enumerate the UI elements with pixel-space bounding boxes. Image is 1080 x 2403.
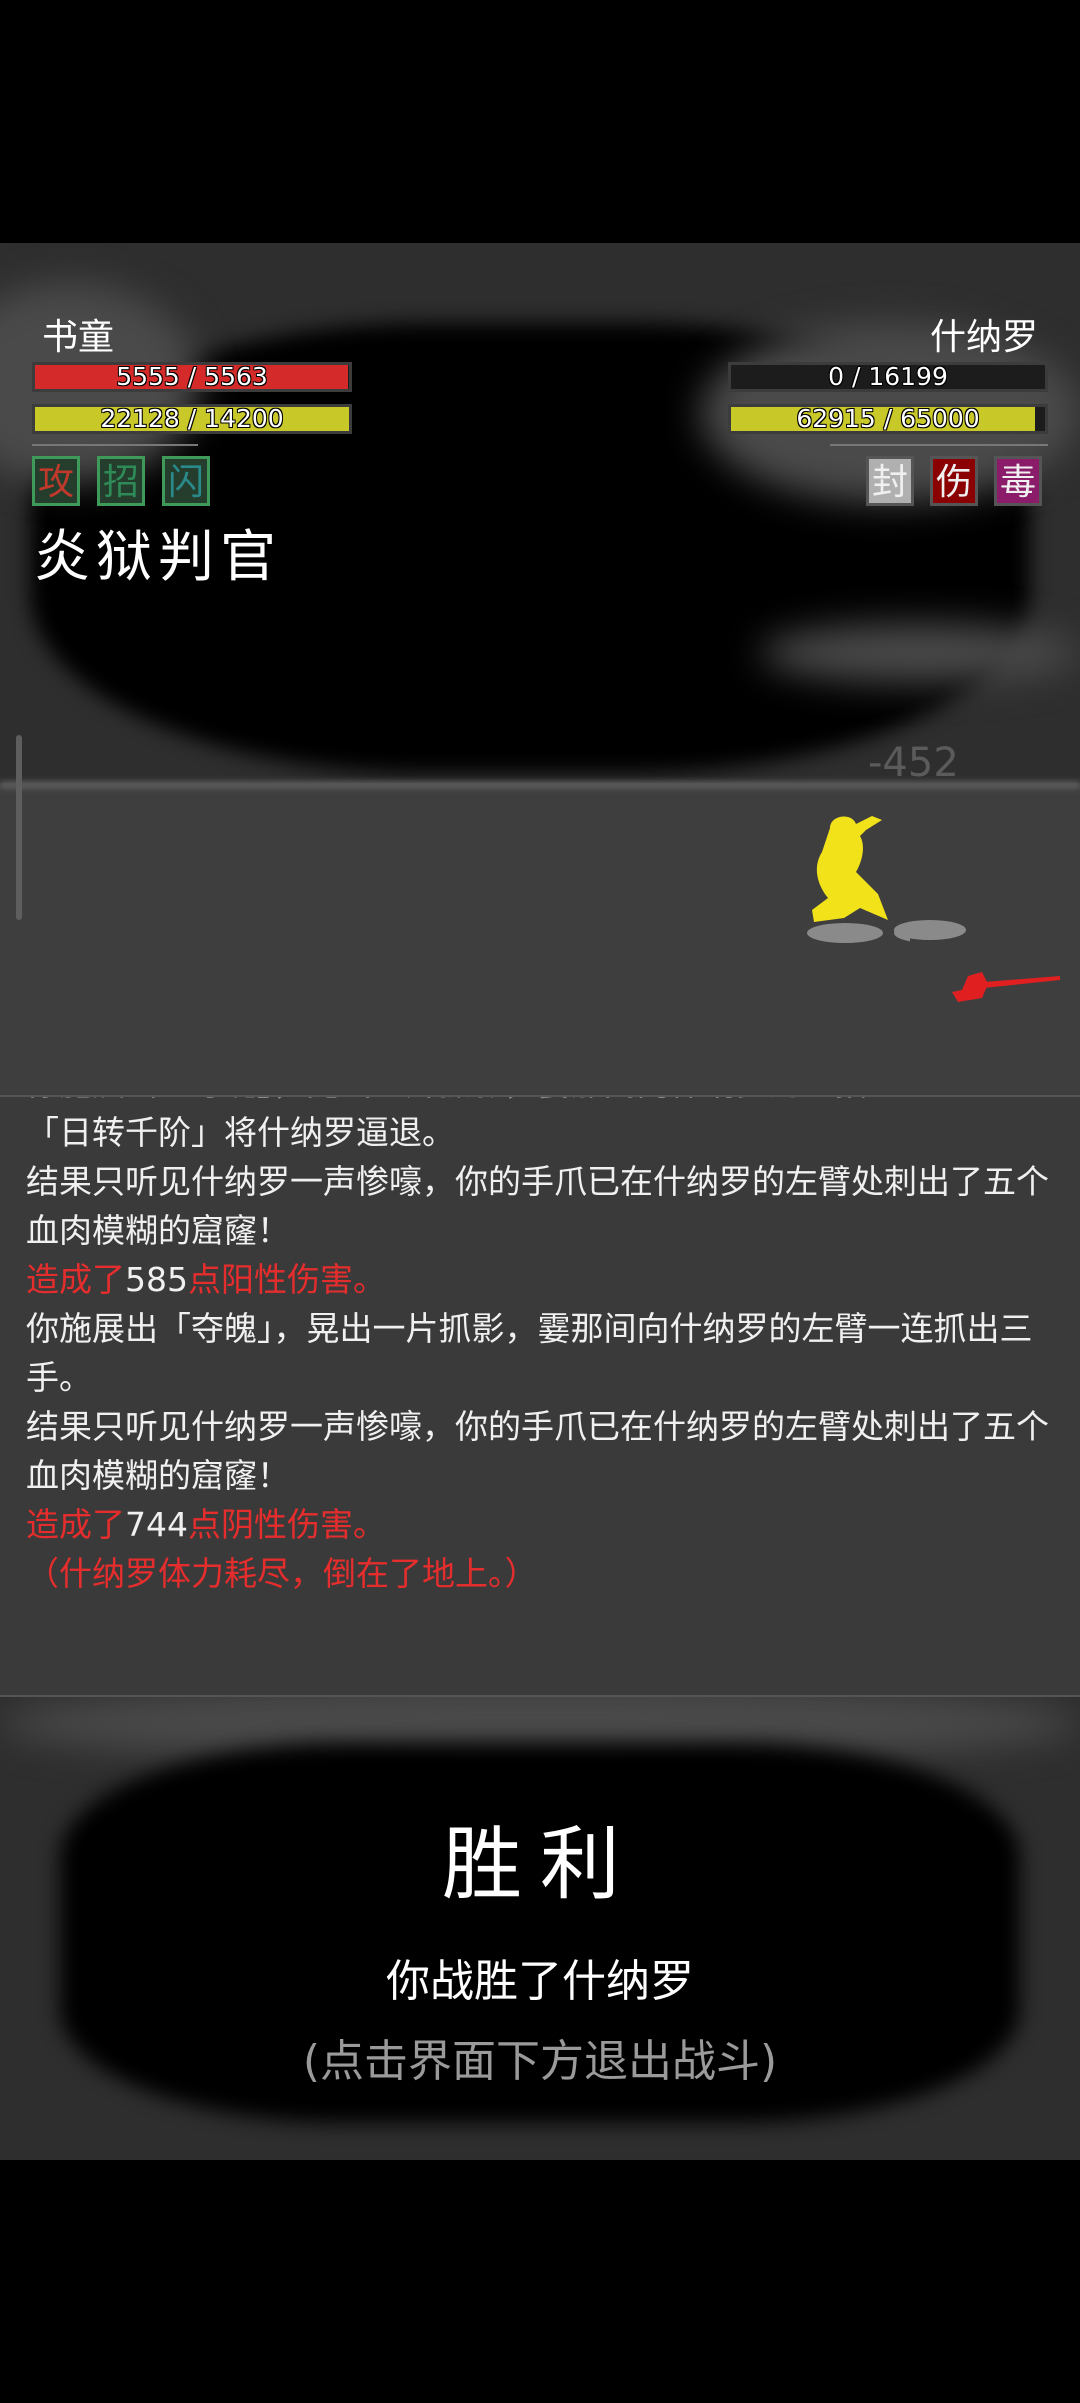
enemy-hp-bar: 0 / 16199	[728, 362, 1048, 392]
log-fragment: 「日转千阶」将什纳罗逼退。	[26, 1113, 455, 1152]
player-hp-bar: 5555 / 5563	[32, 362, 352, 392]
enemy-ground-shadow	[894, 920, 966, 940]
enemy-energy-bar: 62915 / 65000	[728, 404, 1048, 434]
buff-move-icon[interactable]: 招	[97, 456, 145, 506]
dropped-axe-icon	[952, 972, 1060, 1002]
log-line: 「日转千阶」将什纳罗逼退。	[26, 1108, 1050, 1157]
log-fragment: 你施展出「夺魄」，晃出一片抓影，霎那间向什纳罗的左臂一连抓出三手。	[26, 1309, 1033, 1397]
log-line: 结果只听见什纳罗一声惨嚎，你的手爪已在什纳罗的左臂处刺出了五个血肉模糊的窟窿！	[26, 1402, 1050, 1500]
log-fragment: 你施展出「夺魄」，晃出一片抓影，霎那间向什纳罗的一招	[26, 1097, 868, 1103]
buff-attack-icon[interactable]: 攻	[32, 456, 80, 506]
log-fragment: （什纳罗体力耗尽，倒在了地上。）	[26, 1554, 538, 1593]
floating-damage-number: -452	[868, 740, 959, 786]
player-name: 书童	[42, 317, 115, 358]
log-fragment: 585	[125, 1260, 188, 1299]
debuff-seal-icon[interactable]: 封	[866, 456, 914, 506]
log-fragment: 造成了	[26, 1505, 125, 1544]
debuff-poison-icon[interactable]: 毒	[994, 456, 1042, 506]
enemy-name: 什纳罗	[929, 317, 1038, 358]
debuff-wound-icon[interactable]: 伤	[930, 456, 978, 506]
log-line: 你施展出「夺魄」，晃出一片抓影，霎那间向什纳罗的左臂一连抓出三手。	[26, 1304, 1050, 1402]
enemy-energy-text: 62915 / 65000	[796, 404, 980, 433]
exit-battle-hint[interactable]: (点击界面下方退出战斗)	[0, 2025, 1080, 2089]
axe-shape	[952, 972, 1060, 1002]
mist-cloud	[760, 623, 1080, 683]
log-fragment: 点阳性伤害。	[188, 1260, 386, 1299]
player-energy-text: 22128 / 14200	[100, 404, 284, 433]
log-fragment: 744	[125, 1505, 188, 1544]
character-silhouette	[812, 816, 888, 922]
scroll-indicator	[16, 735, 22, 920]
log-line: 结果只听见什纳罗一声惨嚎，你的手爪已在什纳罗的左臂处刺出了五个血肉模糊的窟窿！	[26, 1157, 1050, 1255]
enemy-shadow-sprite	[894, 920, 966, 940]
log-fragment: 造成了	[26, 1260, 125, 1299]
victory-title: 胜利	[442, 1818, 638, 1911]
log-fragment: 结果只听见什纳罗一声惨嚎，你的手爪已在什纳罗的左臂处刺出了五个血肉模糊的窟窿！	[26, 1162, 1049, 1250]
battle-log-text: 你施展出「夺魄」，晃出一片抓影，霎那间向什纳罗的一招「日转千阶」将什纳罗逼退。结…	[26, 1097, 1050, 1598]
victory-message: 你战胜了什纳罗	[386, 1956, 694, 2007]
player-hp-text: 5555 / 5563	[116, 362, 268, 391]
player-divider	[32, 444, 198, 446]
battle-log-panel[interactable]: 你施展出「夺魄」，晃出一片抓影，霎那间向什纳罗的一招「日转千阶」将什纳罗逼退。结…	[0, 1095, 1080, 1697]
active-skill-name: 炎狱判官	[34, 525, 282, 590]
log-fragment: 结果只听见什纳罗一声惨嚎，你的手爪已在什纳罗的左臂处刺出了五个血肉模糊的窟窿！	[26, 1407, 1049, 1495]
character-shadow	[807, 923, 883, 943]
log-line: （什纳罗体力耗尽，倒在了地上。）	[26, 1549, 1050, 1598]
log-line: 造成了744点阴性伤害。	[26, 1500, 1050, 1549]
player-energy-bar: 22128 / 14200	[32, 404, 352, 434]
log-line: 你施展出「夺魄」，晃出一片抓影，霎那间向什纳罗的一招	[26, 1097, 1050, 1108]
enemy-hp-text: 0 / 16199	[828, 362, 948, 391]
log-line: 造成了585点阳性伤害。	[26, 1255, 1050, 1304]
enemy-divider	[830, 444, 1048, 446]
buff-dodge-icon[interactable]: 闪	[162, 456, 210, 506]
log-fragment: 点阴性伤害。	[188, 1505, 386, 1544]
